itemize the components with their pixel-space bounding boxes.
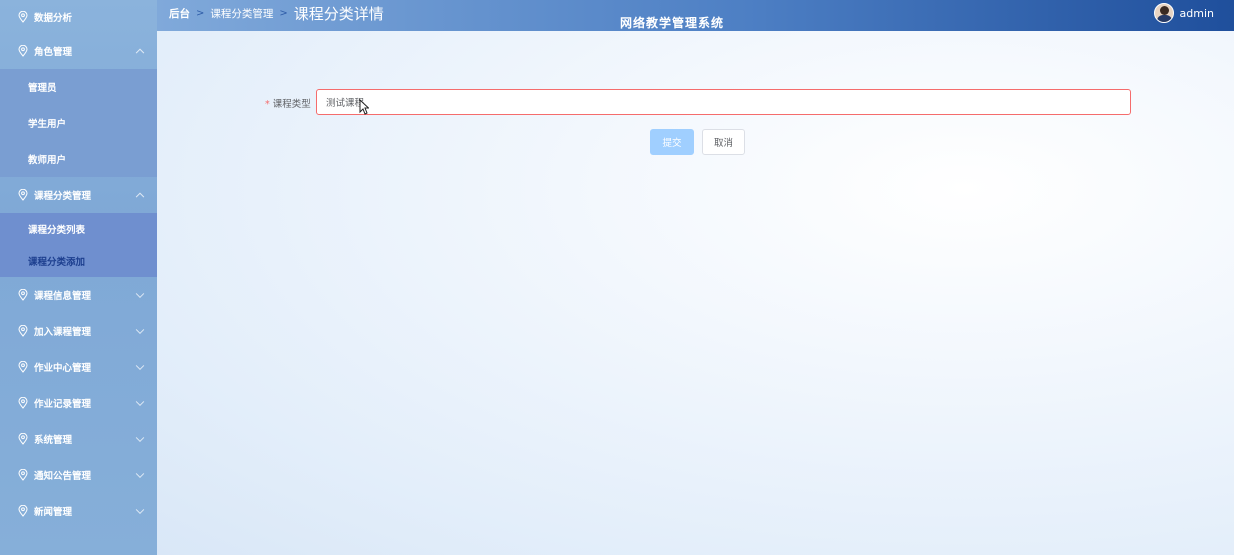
location-pin-icon	[18, 397, 28, 409]
chevron-up-icon	[135, 192, 145, 202]
sidebar-item-student-users[interactable]: 学生用户	[0, 105, 157, 141]
sidebar-item-label: 课程分类列表	[28, 225, 86, 236]
avatar[interactable]	[1153, 3, 1174, 23]
sidebar-item-homework-records[interactable]: 作业记录管理	[0, 385, 157, 421]
location-pin-icon	[18, 289, 28, 301]
chevron-down-icon	[135, 325, 145, 335]
submit-button[interactable]: 提交	[650, 129, 694, 155]
role-submenu: 管理员 学生用户 教师用户	[0, 69, 157, 177]
sidebar-item-news[interactable]: 新闻管理	[0, 493, 157, 529]
location-pin-icon	[18, 325, 28, 337]
sidebar-item-data-analysis[interactable]: 数据分析	[0, 0, 157, 33]
sidebar-item-label: 加入课程管理	[34, 327, 92, 338]
system-title: 网络教学管理系统	[620, 16, 725, 30]
cancel-button[interactable]: 取消	[702, 129, 745, 155]
sidebar-item-teacher-users[interactable]: 教师用户	[0, 141, 157, 177]
username[interactable]: admin	[1180, 7, 1214, 20]
chevron-down-icon	[135, 289, 145, 299]
course-type-label-text: 课程类型	[272, 99, 311, 110]
mouse-cursor-icon	[359, 99, 369, 115]
sidebar-item-label: 新闻管理	[34, 507, 73, 518]
chevron-down-icon	[135, 469, 145, 479]
required-mark: *	[265, 99, 270, 110]
location-pin-icon	[18, 10, 28, 23]
sidebar-item-label: 角色管理	[34, 47, 73, 58]
course-type-label: * 课程类型	[265, 96, 311, 110]
sidebar-item-label: 教师用户	[28, 155, 67, 166]
chevron-down-icon	[135, 397, 145, 407]
chevron-down-icon	[135, 361, 145, 371]
sidebar-item-course-category[interactable]: 课程分类管理	[0, 177, 157, 213]
sidebar-item-homework-center[interactable]: 作业中心管理	[0, 349, 157, 385]
course-category-submenu: 课程分类列表 课程分类添加	[0, 213, 157, 277]
sidebar: 数据分析 角色管理 管理员 学生用户 教师用户 课程分类管理 课程分类列表 课程…	[0, 0, 157, 555]
sidebar-item-role-management[interactable]: 角色管理	[0, 33, 157, 69]
sidebar-item-label: 管理员	[28, 83, 57, 94]
breadcrumb-separator-icon: >	[279, 8, 288, 19]
chevron-up-icon	[135, 48, 145, 58]
location-pin-icon	[18, 361, 28, 373]
top-header: 后台 > 课程分类管理 > 课程分类详情 网络教学管理系统 admin	[157, 0, 1234, 31]
sidebar-item-course-info[interactable]: 课程信息管理	[0, 277, 157, 313]
sidebar-item-notices[interactable]: 通知公告管理	[0, 457, 157, 493]
location-pin-icon	[18, 433, 28, 445]
sidebar-item-course-category-add[interactable]: 课程分类添加	[0, 245, 157, 277]
sidebar-item-label: 作业中心管理	[34, 363, 92, 374]
sidebar-item-label: 学生用户	[28, 119, 67, 130]
breadcrumb-current: 课程分类详情	[293, 5, 384, 23]
sidebar-item-label: 课程分类管理	[34, 191, 92, 202]
sidebar-item-label: 通知公告管理	[34, 471, 92, 482]
breadcrumb-separator-icon: >	[196, 8, 205, 19]
sidebar-item-label: 课程信息管理	[34, 291, 92, 302]
breadcrumb-section[interactable]: 课程分类管理	[210, 6, 273, 21]
sidebar-item-admin[interactable]: 管理员	[0, 69, 157, 105]
course-type-input[interactable]	[316, 89, 1131, 115]
sidebar-item-label: 作业记录管理	[34, 399, 92, 410]
breadcrumb: 后台 > 课程分类管理 > 课程分类详情	[169, 0, 384, 27]
sidebar-item-course-category-list[interactable]: 课程分类列表	[0, 213, 157, 245]
sidebar-item-system[interactable]: 系统管理	[0, 421, 157, 457]
location-pin-icon	[18, 505, 28, 517]
breadcrumb-home[interactable]: 后台	[169, 6, 190, 21]
chevron-down-icon	[135, 433, 145, 443]
location-pin-icon	[18, 45, 28, 57]
user-menu[interactable]: admin	[1153, 3, 1214, 23]
chevron-down-icon	[135, 505, 145, 515]
course-type-form-row: * 课程类型	[157, 89, 1234, 115]
sidebar-item-label: 课程分类添加	[28, 257, 86, 268]
sidebar-item-join-course[interactable]: 加入课程管理	[0, 313, 157, 349]
location-pin-icon	[18, 189, 28, 201]
location-pin-icon	[18, 469, 28, 481]
sidebar-item-label: 数据分析	[34, 12, 73, 24]
sidebar-item-label: 系统管理	[34, 435, 73, 446]
main-content: *课程类型 提交 取消	[157, 31, 1234, 555]
